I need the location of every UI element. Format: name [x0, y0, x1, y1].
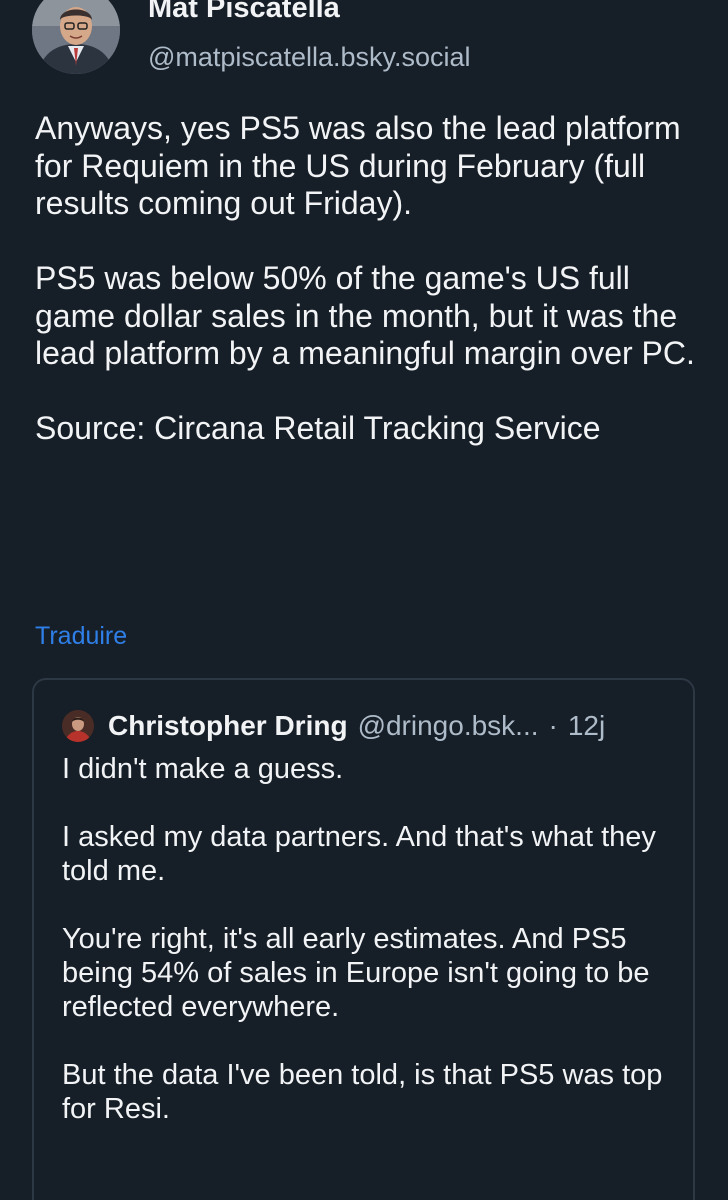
author-name[interactable]: Mat Piscatella [148, 0, 340, 25]
separator-dot: · [548, 710, 558, 741]
translate-link[interactable]: Traduire [35, 622, 127, 651]
quoted-post-card[interactable]: Christopher Dring @dringo.bsk... · 12j I… [32, 678, 695, 1200]
author-avatar[interactable] [32, 0, 120, 74]
post-paragraph: PS5 was below 50% of the game's US full … [35, 260, 695, 371]
quote-author-handle[interactable]: @dringo.bsk... [358, 710, 539, 742]
person-photo-avatar-icon [62, 710, 94, 742]
quote-paragraph: I didn't make a guess. [62, 753, 344, 785]
person-photo-avatar-icon [32, 0, 120, 74]
quoted-post-header: Christopher Dring @dringo.bsk... · 12j [62, 706, 682, 746]
post: Mat Piscatella @matpiscatella.bsky.socia… [0, 0, 728, 1200]
quoted-post-text: I didn't make a guess. I asked my data p… [62, 752, 672, 1126]
quote-paragraph: But the data I've been told, is that PS5… [62, 1059, 663, 1125]
post-paragraph: Source: Circana Retail Tracking Service [35, 410, 601, 446]
author-handle[interactable]: @matpiscatella.bsky.social [148, 42, 471, 73]
post-paragraph: Anyways, yes PS5 was also the lead platf… [35, 110, 681, 221]
post-text: Anyways, yes PS5 was also the lead platf… [35, 110, 705, 448]
quote-author-name[interactable]: Christopher Dring [108, 710, 348, 742]
quote-timestamp: 12j [567, 710, 606, 741]
quote-author-avatar[interactable] [62, 710, 94, 742]
quote-paragraph: I asked my data partners. And that's wha… [62, 821, 656, 887]
quote-paragraph: You're right, it's all early estimates. … [62, 923, 650, 1023]
